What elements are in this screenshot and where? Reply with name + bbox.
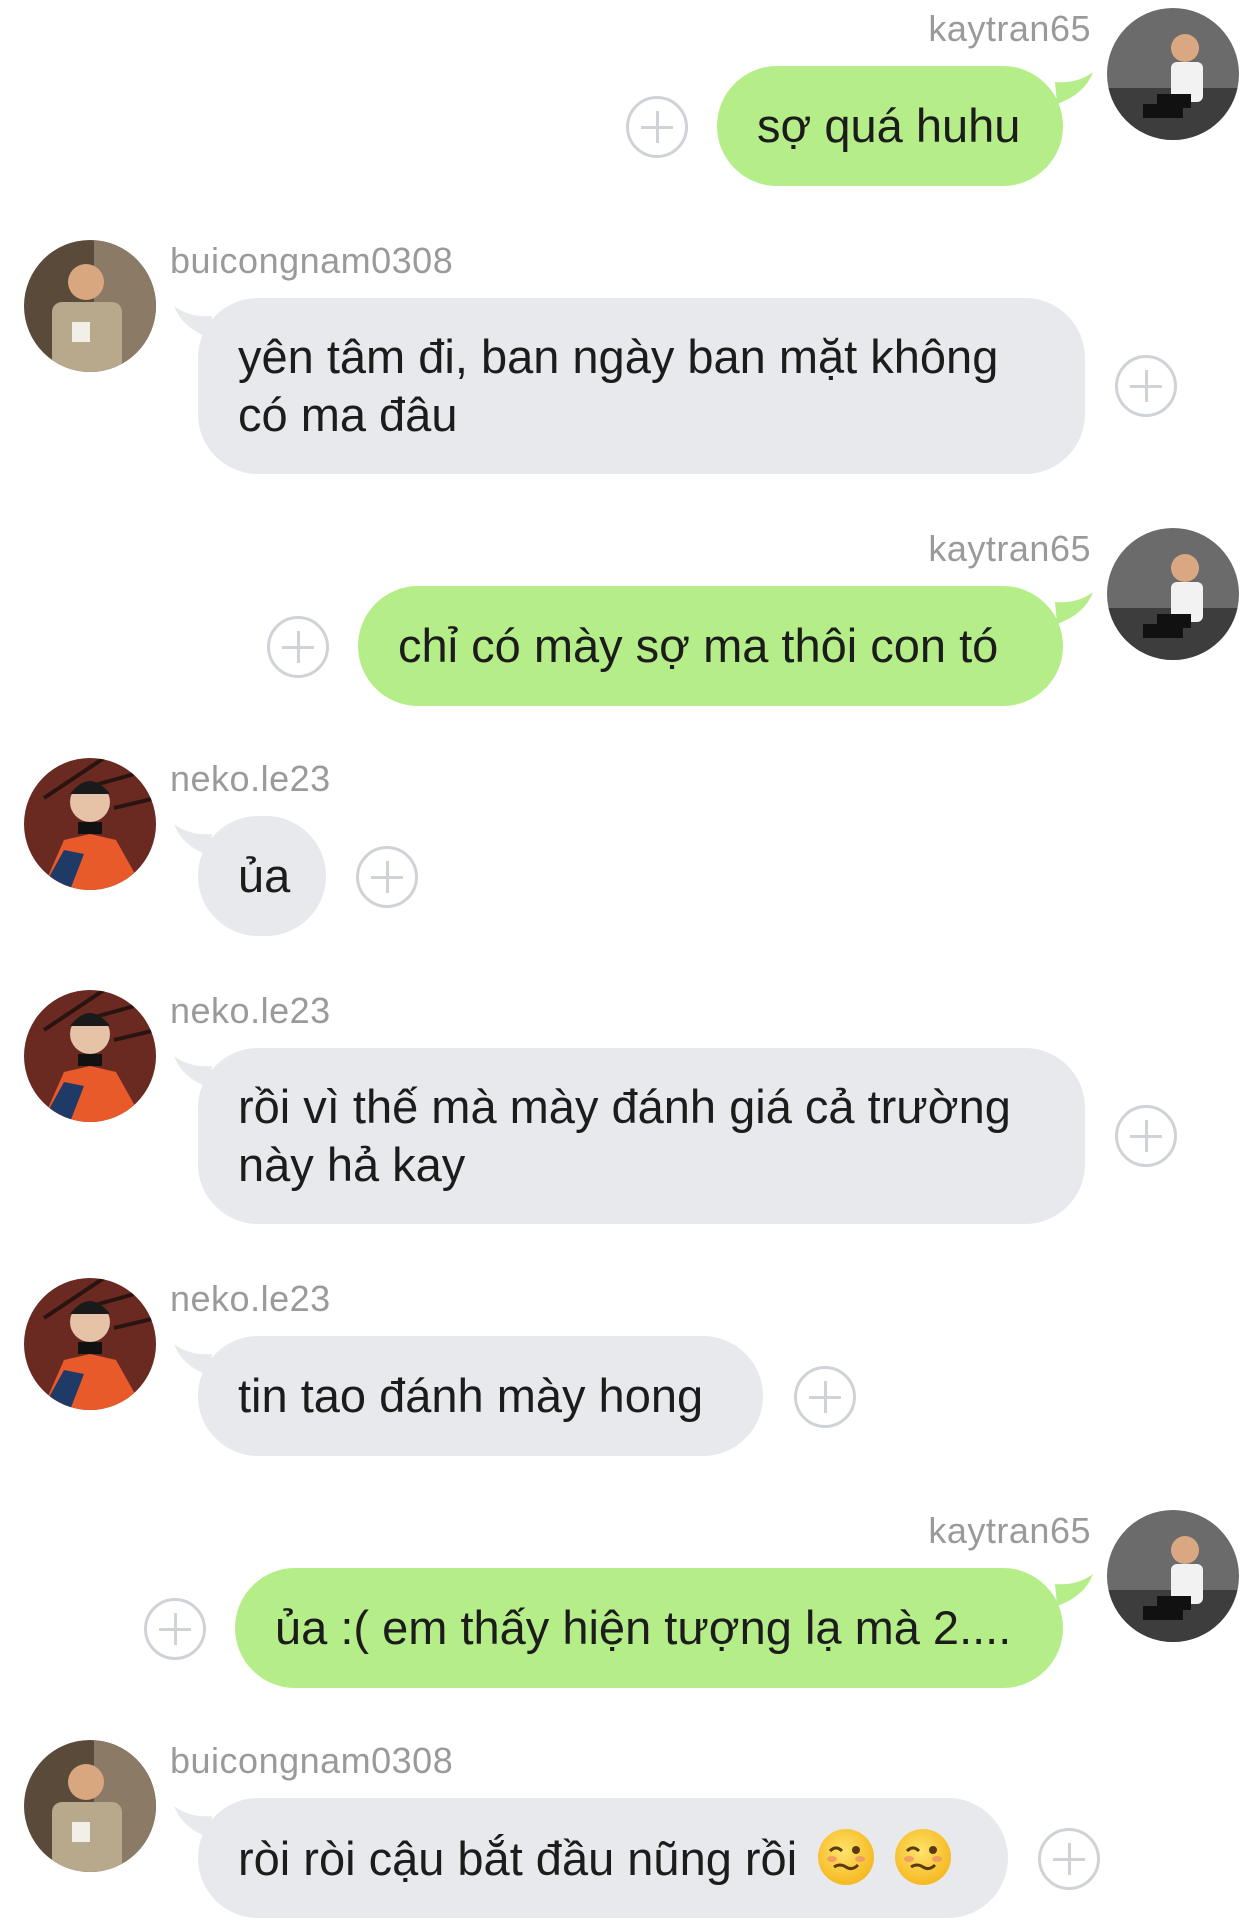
plus-circle-icon[interactable] — [144, 1598, 206, 1660]
bubble-tail — [1055, 68, 1095, 108]
message-bubble[interactable]: ủa :( em thấy hiện tượng lạ mà 2.... — [235, 1568, 1063, 1688]
username: neko.le23 — [170, 1278, 331, 1319]
message-bubble[interactable]: sợ quá huhu — [717, 66, 1063, 186]
avatar[interactable] — [24, 1740, 156, 1872]
woozy-face-emoji — [818, 1829, 875, 1885]
username: kaytran65 — [928, 1510, 1091, 1551]
username: kaytran65 — [928, 528, 1091, 569]
message-text: chỉ có mày sợ ma thôi con tó — [398, 619, 999, 672]
bubble-tail — [1055, 1570, 1095, 1610]
message-text: tin tao đánh mày hong — [238, 1369, 704, 1422]
avatar[interactable] — [1107, 8, 1239, 140]
avatar[interactable] — [24, 758, 156, 890]
message-row: buicongnam0308 ròi ròi cậu bắt đầu nũng … — [0, 1740, 1256, 1920]
woozy-face-emoji — [895, 1829, 952, 1885]
message-row: neko.le23 rồi vì thế mà mày đánh giá cả … — [0, 990, 1256, 1240]
plus-circle-icon[interactable] — [626, 96, 688, 158]
chat-thread: kaytran65 sợ quá huhu buicongnam0308 yên… — [0, 0, 1256, 1920]
message-row: neko.le23 tin tao đánh mày hong — [0, 1278, 1256, 1478]
message-bubble[interactable]: tin tao đánh mày hong — [198, 1336, 763, 1456]
message-row: kaytran65 ủa :( em thấy hiện tượng lạ mà… — [0, 1502, 1256, 1702]
message-row: buicongnam0308 yên tâm đi, ban ngày ban … — [0, 240, 1256, 490]
message-bubble[interactable]: rồi vì thế mà mày đánh giá cả trường này… — [198, 1048, 1085, 1224]
username: neko.le23 — [170, 758, 331, 799]
message-text-line: yên tâm đi, ban ngày ban mặt không — [238, 330, 999, 383]
message-bubble[interactable]: ròi ròi cậu bắt đầu nũng rồi — [198, 1798, 1008, 1918]
message-text: ròi ròi cậu bắt đầu nũng rồi — [238, 1832, 798, 1885]
plus-circle-icon[interactable] — [1115, 355, 1177, 417]
avatar[interactable] — [1107, 528, 1239, 660]
plus-circle-icon[interactable] — [356, 846, 418, 908]
plus-circle-icon[interactable] — [1115, 1105, 1177, 1167]
message-text-line: rồi vì thế mà mày đánh giá cả trường — [238, 1080, 1011, 1133]
message-text: ủa :( em thấy hiện tượng lạ mà 2.... — [275, 1601, 1012, 1654]
message-text: sợ quá huhu — [757, 99, 1021, 152]
message-row: kaytran65 sợ quá huhu — [0, 0, 1256, 186]
username: kaytran65 — [928, 8, 1091, 49]
avatar[interactable] — [24, 990, 156, 1122]
message-text-line: có ma đâu — [238, 388, 458, 441]
plus-circle-icon[interactable] — [1038, 1828, 1100, 1890]
message-bubble[interactable]: ủa — [198, 816, 326, 936]
avatar[interactable] — [1107, 1510, 1239, 1642]
message-text-line: này hả kay — [238, 1138, 466, 1191]
message-bubble[interactable]: yên tâm đi, ban ngày ban mặt không có ma… — [198, 298, 1085, 474]
message-text: ủa — [238, 849, 291, 902]
message-row: neko.le23 ủa — [0, 758, 1256, 958]
bubble-tail — [1055, 588, 1095, 628]
plus-circle-icon[interactable] — [267, 616, 329, 678]
avatar[interactable] — [24, 240, 156, 372]
username: buicongnam0308 — [170, 240, 454, 281]
username: neko.le23 — [170, 990, 331, 1031]
message-row: kaytran65 chỉ có mày sợ ma thôi con tó — [0, 520, 1256, 720]
message-bubble[interactable]: chỉ có mày sợ ma thôi con tó — [358, 586, 1063, 706]
plus-circle-icon[interactable] — [794, 1366, 856, 1428]
username: buicongnam0308 — [170, 1740, 454, 1781]
avatar[interactable] — [24, 1278, 156, 1410]
